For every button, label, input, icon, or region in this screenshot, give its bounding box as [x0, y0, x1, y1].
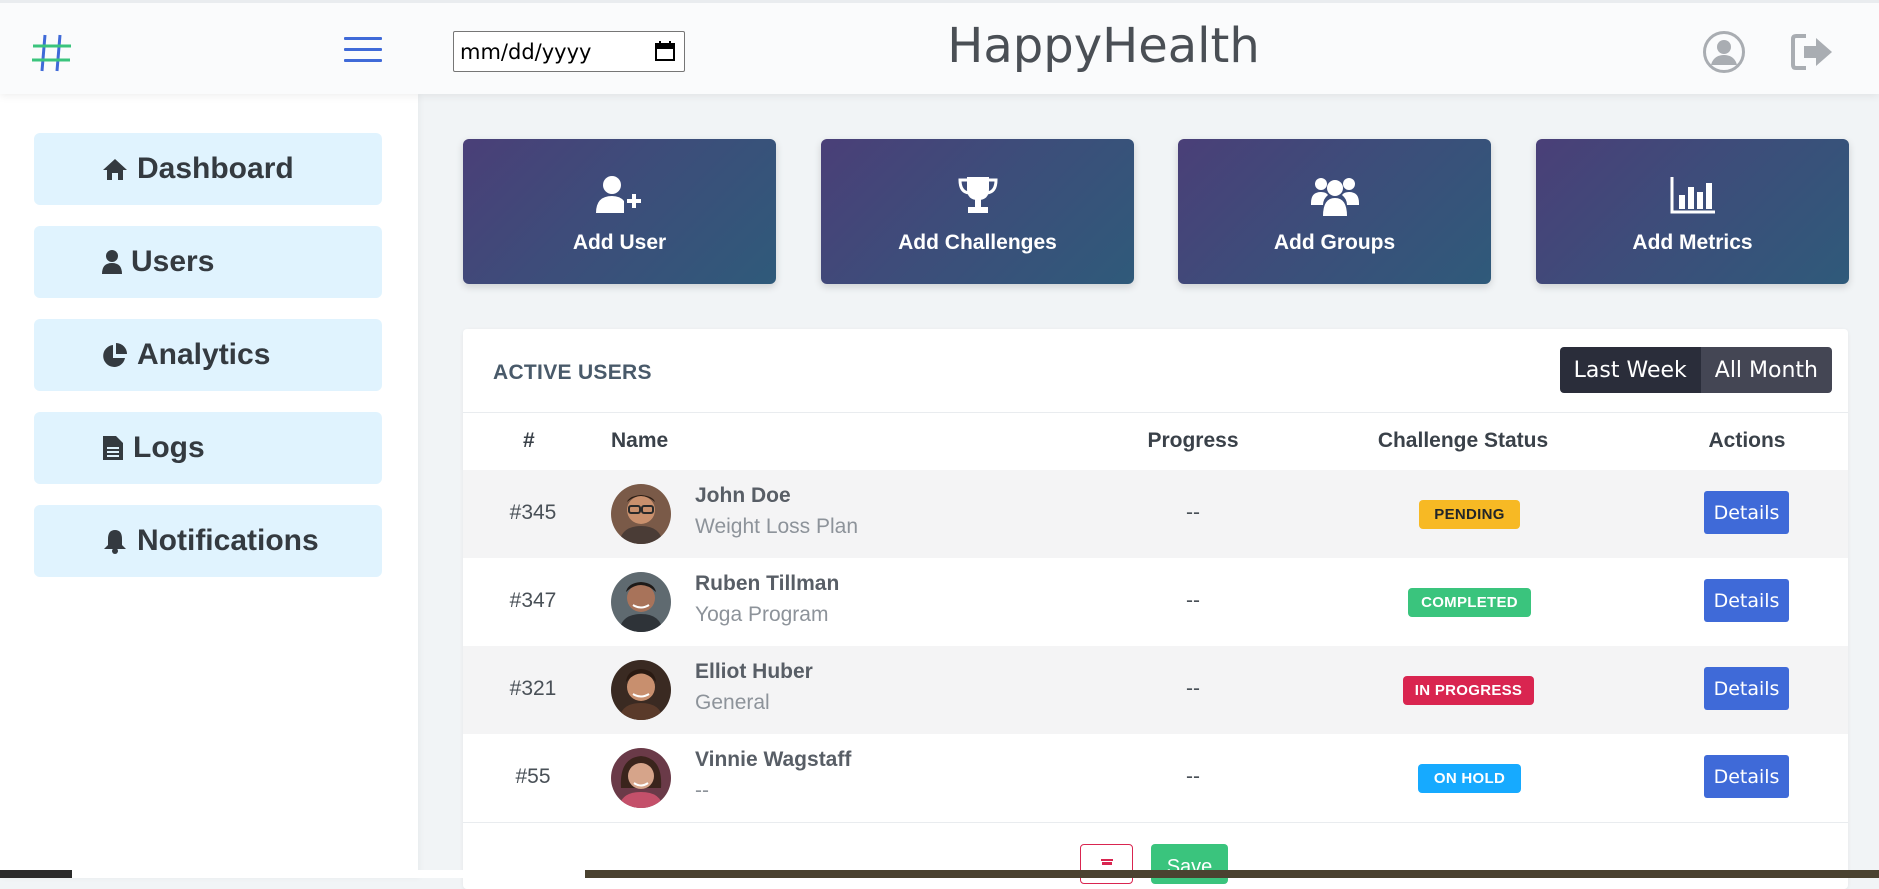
bell-icon: [101, 527, 129, 555]
user-id: #321: [509, 677, 557, 700]
filter-all-month-button[interactable]: All Month: [1700, 347, 1832, 393]
status-badge: ON HOLD: [1418, 764, 1521, 793]
pie-chart-icon: [101, 341, 129, 369]
users-icon: [1178, 175, 1491, 219]
sidebar-item-label: Users: [131, 245, 215, 278]
card-label: Add User: [572, 231, 667, 254]
avatar: [611, 572, 671, 632]
file-icon: [101, 434, 125, 462]
date-placeholder: mm/dd/yyyy: [460, 39, 592, 64]
sidebar-item-notifications[interactable]: Notifications: [34, 505, 382, 577]
period-filter: Last Week All Month: [1559, 347, 1832, 393]
filter-last-week-button[interactable]: Last Week: [1559, 347, 1701, 393]
sidebar-item-label: Dashboard: [137, 152, 294, 185]
hamburger-menu-icon[interactable]: [344, 37, 382, 63]
save-button[interactable]: Save: [1151, 844, 1228, 884]
status-badge: IN PROGRESS: [1403, 676, 1534, 705]
taskbar-segment: [72, 870, 585, 878]
top-bar: mm/dd/yyyy HappyHealth: [0, 0, 1879, 94]
hashtag-logo-icon[interactable]: [30, 31, 74, 75]
os-taskbar: [0, 870, 1879, 878]
table-row: #321 Elliot Huber General -- IN PROGRESS…: [463, 646, 1848, 734]
logout-icon[interactable]: [1790, 32, 1834, 72]
calendar-icon[interactable]: [654, 40, 676, 62]
sidebar-item-label: Analytics: [137, 338, 271, 371]
trash-icon: [1101, 859, 1113, 865]
column-header-progress: Progress: [1147, 429, 1239, 452]
add-challenges-card[interactable]: Add Challenges: [821, 139, 1134, 284]
card-label: Add Groups: [1273, 231, 1396, 254]
user-id: #345: [509, 501, 557, 524]
status-badge: PENDING: [1419, 500, 1520, 529]
user-id: #347: [509, 589, 557, 612]
details-button[interactable]: Details: [1704, 667, 1789, 710]
add-metrics-card[interactable]: Add Metrics: [1536, 139, 1849, 284]
divider: [463, 412, 1848, 413]
avatar: [611, 484, 671, 544]
user-name: John Doe: [695, 484, 791, 507]
progress-value: --: [1186, 677, 1200, 700]
column-header-actions: Actions: [1708, 429, 1786, 452]
table-row: #55 Vinnie Wagstaff -- -- ON HOLD Detail…: [463, 734, 1848, 822]
status-badge: COMPLETED: [1408, 588, 1531, 617]
user-icon: [101, 248, 123, 276]
user-avatar-icon[interactable]: [1702, 30, 1746, 74]
user-plan: General: [695, 691, 770, 714]
panel-title: ACTIVE USERS: [493, 361, 652, 384]
column-header-name: Name: [611, 429, 669, 452]
taskbar-segment: [585, 870, 1879, 878]
sidebar-item-label: Logs: [133, 431, 205, 464]
sidebar-item-users[interactable]: Users: [34, 226, 382, 298]
table-row: #345 John Doe Weight Loss Plan -- PENDIN…: [463, 470, 1848, 558]
add-user-icon: [463, 175, 776, 219]
divider: [463, 822, 1848, 823]
card-label: Add Challenges: [898, 231, 1057, 254]
user-id: #55: [515, 765, 551, 788]
sidebar-item-label: Notifications: [137, 524, 319, 557]
app-title: HappyHealth: [947, 18, 1260, 74]
avatar: [611, 748, 671, 808]
table-header: # Name Progress Challenge Status Actions: [463, 425, 1848, 465]
sidebar-item-dashboard[interactable]: Dashboard: [34, 133, 382, 205]
card-label: Add Metrics: [1632, 231, 1753, 254]
sidebar: Dashboard Users Analytics Logs Notificat…: [0, 94, 418, 878]
progress-value: --: [1186, 765, 1200, 788]
sidebar-item-analytics[interactable]: Analytics: [34, 319, 382, 391]
progress-value: --: [1186, 589, 1200, 612]
user-name: Ruben Tillman: [695, 572, 840, 595]
column-header-id: #: [523, 429, 535, 452]
home-icon: [101, 155, 129, 183]
user-name: Vinnie Wagstaff: [695, 748, 852, 771]
user-plan: Weight Loss Plan: [695, 515, 859, 538]
delete-button[interactable]: [1080, 844, 1133, 884]
details-button[interactable]: Details: [1704, 491, 1789, 534]
progress-value: --: [1186, 501, 1200, 524]
column-header-status: Challenge Status: [1377, 429, 1549, 452]
sidebar-item-logs[interactable]: Logs: [34, 412, 382, 484]
details-button[interactable]: Details: [1704, 579, 1789, 622]
avatar: [611, 660, 671, 720]
trophy-icon: [821, 175, 1134, 219]
add-groups-card[interactable]: Add Groups: [1178, 139, 1491, 284]
bar-chart-icon: [1536, 175, 1849, 219]
details-button[interactable]: Details: [1704, 755, 1789, 798]
user-name: Elliot Huber: [695, 660, 813, 683]
active-users-panel: ACTIVE USERS Last Week All Month # Name …: [463, 329, 1848, 889]
user-plan: --: [695, 779, 709, 802]
table-row: #347 Ruben Tillman Yoga Program -- COMPL…: [463, 558, 1848, 646]
user-plan: Yoga Program: [695, 603, 829, 626]
date-input[interactable]: mm/dd/yyyy: [453, 31, 685, 72]
add-user-card[interactable]: Add User: [463, 139, 776, 284]
